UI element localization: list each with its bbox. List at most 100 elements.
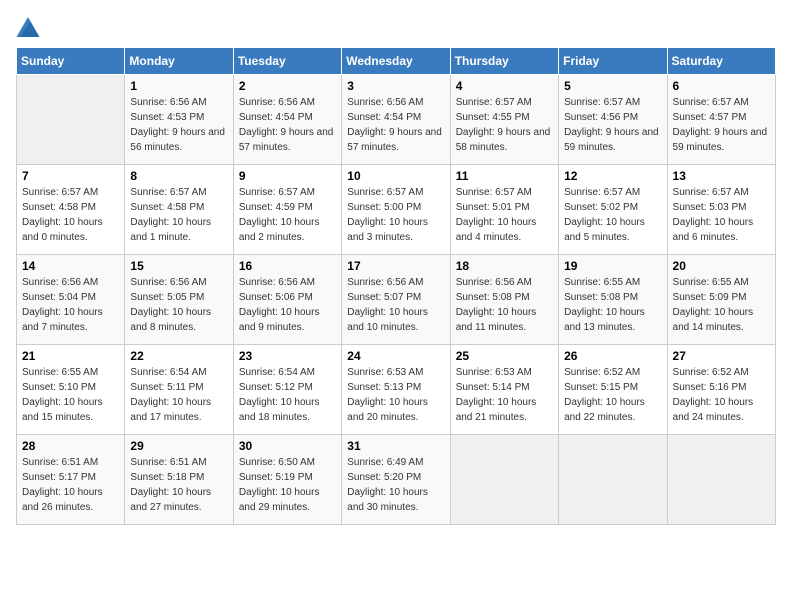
day-cell: 2 Sunrise: 6:56 AMSunset: 4:54 PMDaylight…: [233, 75, 341, 165]
header-cell-thursday: Thursday: [450, 48, 558, 75]
day-info: Sunrise: 6:54 AMSunset: 5:11 PMDaylight:…: [130, 365, 227, 425]
day-info: Sunrise: 6:57 AMSunset: 5:03 PMDaylight:…: [673, 185, 770, 245]
week-row-2: 7 Sunrise: 6:57 AMSunset: 4:58 PMDaylight…: [17, 165, 776, 255]
day-info: Sunrise: 6:56 AMSunset: 5:04 PMDaylight:…: [22, 275, 119, 335]
day-cell: 30 Sunrise: 6:50 AMSunset: 5:19 PMDayligh…: [233, 435, 341, 525]
day-cell: 25Sunrise: 6:53 AMSunset: 5:14 PMDayligh…: [450, 345, 558, 435]
day-number: 7: [22, 169, 119, 183]
day-info: Sunrise: 6:56 AMSunset: 5:07 PMDaylight:…: [347, 275, 444, 335]
day-info: Sunrise: 6:56 AMSunset: 5:08 PMDaylight:…: [456, 275, 553, 335]
day-cell: 22 Sunrise: 6:54 AMSunset: 5:11 PMDayligh…: [125, 345, 233, 435]
day-number: 2: [239, 79, 336, 93]
day-cell: 7 Sunrise: 6:57 AMSunset: 4:58 PMDaylight…: [17, 165, 125, 255]
day-number: 24: [347, 349, 444, 363]
week-row-3: 14 Sunrise: 6:56 AMSunset: 5:04 PMDayligh…: [17, 255, 776, 345]
day-cell: 24 Sunrise: 6:53 AMSunset: 5:13 PMDayligh…: [342, 345, 450, 435]
day-info: Sunrise: 6:51 AMSunset: 5:17 PMDaylight:…: [22, 455, 119, 515]
day-number: 26: [564, 349, 661, 363]
day-cell: 4 Sunrise: 6:57 AMSunset: 4:55 PMDaylight…: [450, 75, 558, 165]
day-info: Sunrise: 6:55 AMSunset: 5:10 PMDaylight:…: [22, 365, 119, 425]
day-info: Sunrise: 6:56 AMSunset: 4:54 PMDaylight:…: [347, 95, 444, 155]
day-info: Sunrise: 6:50 AMSunset: 5:19 PMDaylight:…: [239, 455, 336, 515]
day-number: 18: [456, 259, 553, 273]
day-cell: 12 Sunrise: 6:57 AMSunset: 5:02 PMDayligh…: [559, 165, 667, 255]
day-info: Sunrise: 6:57 AMSunset: 4:57 PMDaylight:…: [673, 95, 770, 155]
day-cell: 3Sunrise: 6:56 AMSunset: 4:54 PMDaylight…: [342, 75, 450, 165]
day-cell: [450, 435, 558, 525]
day-number: 31: [347, 439, 444, 453]
week-row-4: 21 Sunrise: 6:55 AMSunset: 5:10 PMDayligh…: [17, 345, 776, 435]
day-number: 6: [673, 79, 770, 93]
day-number: 22: [130, 349, 227, 363]
week-row-1: 1 Sunrise: 6:56 AMSunset: 4:53 PMDaylight…: [17, 75, 776, 165]
day-info: Sunrise: 6:53 AMSunset: 5:13 PMDaylight:…: [347, 365, 444, 425]
header-cell-tuesday: Tuesday: [233, 48, 341, 75]
header-cell-monday: Monday: [125, 48, 233, 75]
day-info: Sunrise: 6:56 AMSunset: 5:05 PMDaylight:…: [130, 275, 227, 335]
day-number: 23: [239, 349, 336, 363]
page-header: [16, 16, 776, 37]
day-info: Sunrise: 6:57 AMSunset: 4:55 PMDaylight:…: [456, 95, 553, 155]
day-cell: 17 Sunrise: 6:56 AMSunset: 5:07 PMDayligh…: [342, 255, 450, 345]
day-cell: 8Sunrise: 6:57 AMSunset: 4:58 PMDaylight…: [125, 165, 233, 255]
day-info: Sunrise: 6:49 AMSunset: 5:20 PMDaylight:…: [347, 455, 444, 515]
day-number: 20: [673, 259, 770, 273]
day-number: 4: [456, 79, 553, 93]
day-number: 29: [130, 439, 227, 453]
day-cell: 27 Sunrise: 6:52 AMSunset: 5:16 PMDayligh…: [667, 345, 775, 435]
day-cell: 5 Sunrise: 6:57 AMSunset: 4:56 PMDaylight…: [559, 75, 667, 165]
day-cell: 11 Sunrise: 6:57 AMSunset: 5:01 PMDayligh…: [450, 165, 558, 255]
day-info: Sunrise: 6:57 AMSunset: 5:00 PMDaylight:…: [347, 185, 444, 245]
day-number: 27: [673, 349, 770, 363]
day-number: 1: [130, 79, 227, 93]
day-number: 30: [239, 439, 336, 453]
day-cell: 14 Sunrise: 6:56 AMSunset: 5:04 PMDayligh…: [17, 255, 125, 345]
day-number: 14: [22, 259, 119, 273]
day-info: Sunrise: 6:56 AMSunset: 4:54 PMDaylight:…: [239, 95, 336, 155]
day-cell: 20 Sunrise: 6:55 AMSunset: 5:09 PMDayligh…: [667, 255, 775, 345]
header-cell-sunday: Sunday: [17, 48, 125, 75]
header-row: SundayMondayTuesdayWednesdayThursdayFrid…: [17, 48, 776, 75]
logo: [16, 16, 44, 37]
day-info: Sunrise: 6:52 AMSunset: 5:15 PMDaylight:…: [564, 365, 661, 425]
day-info: Sunrise: 6:57 AMSunset: 5:02 PMDaylight:…: [564, 185, 661, 245]
header-cell-friday: Friday: [559, 48, 667, 75]
day-info: Sunrise: 6:57 AMSunset: 5:01 PMDaylight:…: [456, 185, 553, 245]
day-info: Sunrise: 6:55 AMSunset: 5:08 PMDaylight:…: [564, 275, 661, 335]
day-cell: [17, 75, 125, 165]
day-cell: [667, 435, 775, 525]
day-number: 13: [673, 169, 770, 183]
day-number: 15: [130, 259, 227, 273]
day-cell: 13 Sunrise: 6:57 AMSunset: 5:03 PMDayligh…: [667, 165, 775, 255]
day-info: Sunrise: 6:57 AMSunset: 4:58 PMDaylight:…: [22, 185, 119, 245]
day-number: 17: [347, 259, 444, 273]
day-cell: 9 Sunrise: 6:57 AMSunset: 4:59 PMDaylight…: [233, 165, 341, 255]
day-info: Sunrise: 6:51 AMSunset: 5:18 PMDaylight:…: [130, 455, 227, 515]
day-info: Sunrise: 6:52 AMSunset: 5:16 PMDaylight:…: [673, 365, 770, 425]
day-cell: 6 Sunrise: 6:57 AMSunset: 4:57 PMDaylight…: [667, 75, 775, 165]
day-number: 10: [347, 169, 444, 183]
calendar-table: SundayMondayTuesdayWednesdayThursdayFrid…: [16, 47, 776, 525]
day-info: Sunrise: 6:56 AMSunset: 4:53 PMDaylight:…: [130, 95, 227, 155]
day-cell: 18 Sunrise: 6:56 AMSunset: 5:08 PMDayligh…: [450, 255, 558, 345]
day-cell: 23 Sunrise: 6:54 AMSunset: 5:12 PMDayligh…: [233, 345, 341, 435]
day-number: 21: [22, 349, 119, 363]
day-number: 12: [564, 169, 661, 183]
day-info: Sunrise: 6:54 AMSunset: 5:12 PMDaylight:…: [239, 365, 336, 425]
day-number: 8: [130, 169, 227, 183]
day-number: 28: [22, 439, 119, 453]
day-cell: 31 Sunrise: 6:49 AMSunset: 5:20 PMDayligh…: [342, 435, 450, 525]
day-cell: 28 Sunrise: 6:51 AMSunset: 5:17 PMDayligh…: [17, 435, 125, 525]
day-number: 5: [564, 79, 661, 93]
day-number: 25: [456, 349, 553, 363]
day-cell: 29 Sunrise: 6:51 AMSunset: 5:18 PMDayligh…: [125, 435, 233, 525]
day-cell: 16Sunrise: 6:56 AMSunset: 5:06 PMDayligh…: [233, 255, 341, 345]
day-number: 11: [456, 169, 553, 183]
header-cell-saturday: Saturday: [667, 48, 775, 75]
week-row-5: 28 Sunrise: 6:51 AMSunset: 5:17 PMDayligh…: [17, 435, 776, 525]
day-info: Sunrise: 6:57 AMSunset: 4:56 PMDaylight:…: [564, 95, 661, 155]
day-number: 9: [239, 169, 336, 183]
day-cell: 26 Sunrise: 6:52 AMSunset: 5:15 PMDayligh…: [559, 345, 667, 435]
day-info: Sunrise: 6:57 AMSunset: 4:59 PMDaylight:…: [239, 185, 336, 245]
day-info: Sunrise: 6:55 AMSunset: 5:09 PMDaylight:…: [673, 275, 770, 335]
